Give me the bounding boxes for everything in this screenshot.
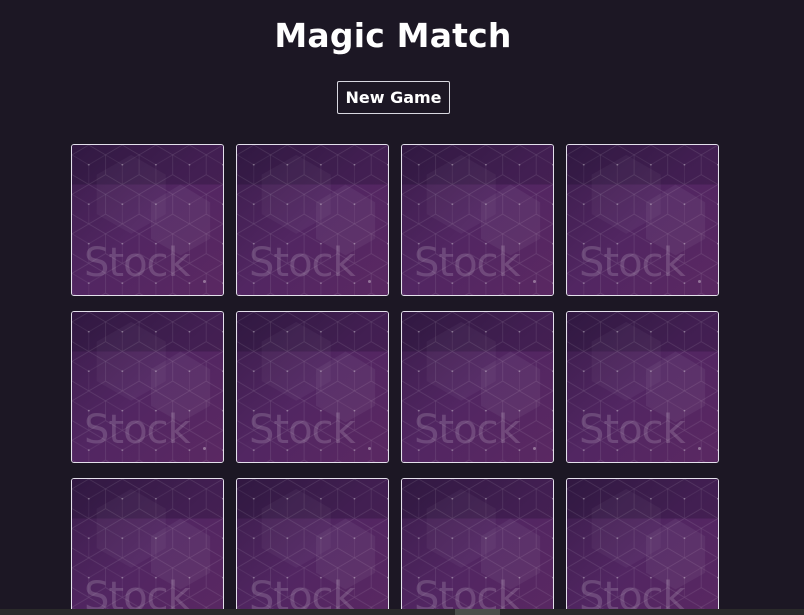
game-title: Magic Match: [274, 16, 512, 55]
memory-card[interactable]: Stock: [566, 144, 719, 296]
memory-card[interactable]: Stock: [236, 144, 389, 296]
memory-card[interactable]: Stock: [401, 478, 554, 615]
memory-card[interactable]: Stock: [236, 478, 389, 615]
scrollbar-thumb[interactable]: [455, 609, 500, 615]
card-dot: [533, 280, 536, 283]
card-dot: [533, 447, 536, 450]
card-dot: [368, 447, 371, 450]
card-dot: [698, 447, 701, 450]
memory-card[interactable]: Stock: [401, 311, 554, 463]
memory-card[interactable]: Stock: [71, 311, 224, 463]
card-dot: [698, 280, 701, 283]
memory-card[interactable]: Stock: [401, 144, 554, 296]
memory-card[interactable]: Stock: [566, 478, 719, 615]
horizontal-scrollbar[interactable]: [0, 609, 804, 615]
card-dot: [203, 280, 206, 283]
card-dot: [368, 280, 371, 283]
card-dot: [203, 447, 206, 450]
new-game-button[interactable]: New Game: [337, 81, 450, 114]
memory-card[interactable]: Stock: [71, 478, 224, 615]
card-grid: StockStockStockStockStockStockStockStock…: [71, 144, 719, 615]
memory-card[interactable]: Stock: [236, 311, 389, 463]
memory-card[interactable]: Stock: [71, 144, 224, 296]
memory-card[interactable]: Stock: [566, 311, 719, 463]
